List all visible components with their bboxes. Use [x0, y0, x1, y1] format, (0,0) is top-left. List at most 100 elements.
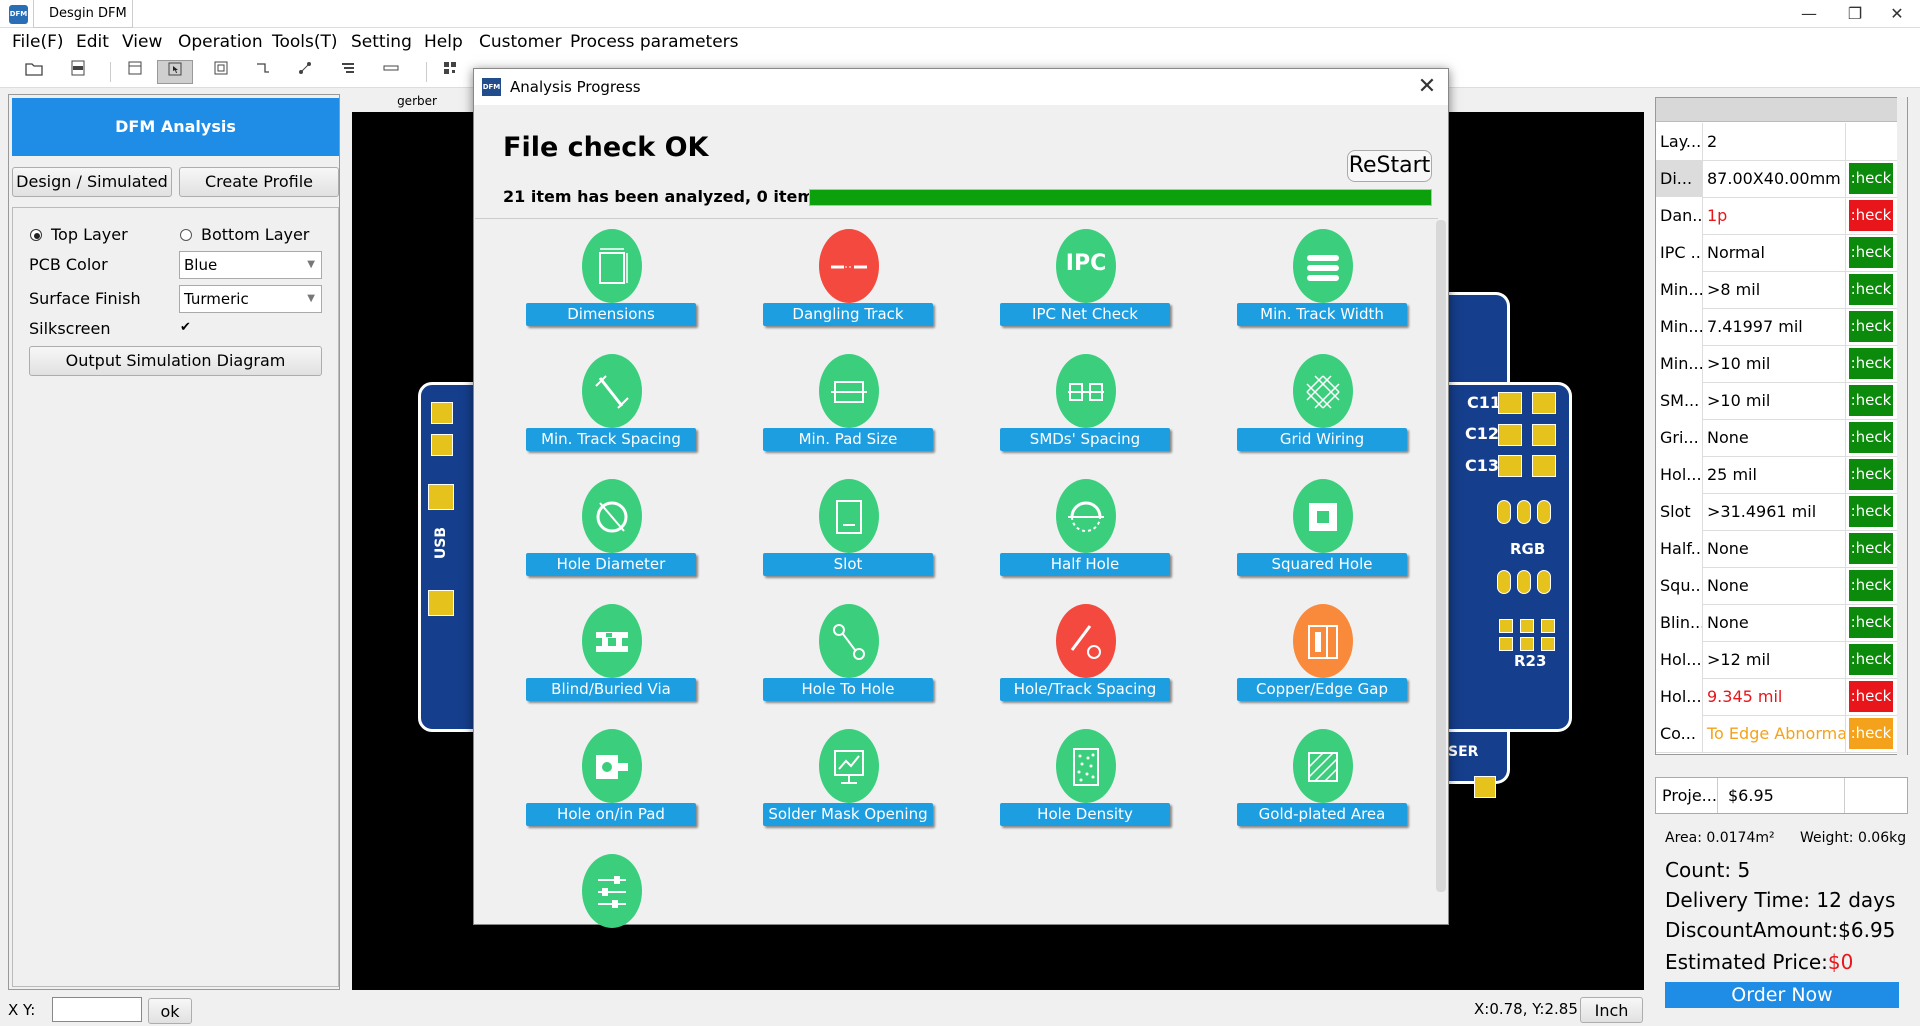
- check-button[interactable]: :heck: [1849, 570, 1893, 601]
- pcb-color-select[interactable]: Blue ▼: [179, 251, 322, 279]
- table-row[interactable]: Gri... None:heck: [1656, 419, 1907, 457]
- check-item-dangling-track[interactable]: Dangling Track: [763, 229, 935, 339]
- table-row[interactable]: Co... To Edge Abnormal:heck: [1656, 715, 1907, 753]
- check-item-copper-edge-gap[interactable]: Copper/Edge Gap: [1237, 604, 1409, 714]
- order-now-button[interactable]: Order Now: [1665, 982, 1899, 1008]
- table-row[interactable]: Min... >10 mil:heck: [1656, 345, 1907, 383]
- dfm-analysis-button[interactable]: DFM Analysis: [12, 98, 339, 156]
- check-item-slot[interactable]: Slot: [763, 479, 935, 589]
- maximize-button[interactable]: ❐: [1832, 0, 1878, 28]
- pcb-pad: [1498, 455, 1522, 477]
- check-button[interactable]: :heck: [1849, 496, 1893, 527]
- table-row[interactable]: Blin... None:heck: [1656, 604, 1907, 642]
- select-pointer-icon[interactable]: [157, 60, 193, 84]
- table-row[interactable]: Hol... >12 mil:heck: [1656, 641, 1907, 679]
- menu-tools[interactable]: Tools(T): [272, 28, 338, 56]
- table-row[interactable]: Hol... 25 mil:heck: [1656, 456, 1907, 494]
- create-profile-button[interactable]: Create Profile: [179, 167, 339, 197]
- check-item-hole-to-hole[interactable]: Hole To Hole: [763, 604, 935, 714]
- check-item-dimensions[interactable]: Dimensions: [526, 229, 698, 339]
- check-item-gold-plated-area[interactable]: Gold-plated Area: [1237, 729, 1409, 839]
- table-row[interactable]: Min... 7.41997 mil:heck: [1656, 308, 1907, 346]
- menu-file[interactable]: File(F): [12, 28, 64, 56]
- pdf-icon[interactable]: [63, 60, 93, 84]
- check-item-smd-spacing[interactable]: SMDs' Spacing: [1000, 354, 1172, 464]
- measure-icon[interactable]: [376, 60, 406, 84]
- check-button[interactable]: :heck: [1849, 533, 1893, 564]
- check-item-min-pad-size[interactable]: Min. Pad Size: [763, 354, 935, 464]
- check-button[interactable]: :heck: [1849, 274, 1893, 305]
- close-window-button[interactable]: ✕: [1874, 0, 1920, 28]
- dialog-scrollbar[interactable]: [1436, 220, 1446, 892]
- silk-c11: C11: [1467, 393, 1502, 412]
- check-button[interactable]: :heck: [1849, 200, 1893, 231]
- route-icon[interactable]: [248, 60, 278, 84]
- design-simulated-button[interactable]: Design / Simulated: [12, 167, 172, 197]
- check-button[interactable]: :heck: [1849, 311, 1893, 342]
- count-text: Count: 5: [1665, 858, 1751, 882]
- check-item-min-track-spacing[interactable]: Min. Track Spacing: [526, 354, 698, 464]
- ok-button[interactable]: ok: [148, 998, 192, 1024]
- check-item-hole-diameter[interactable]: Hole Diameter: [526, 479, 698, 589]
- menu-help[interactable]: Help: [424, 28, 463, 56]
- zoom-box-icon[interactable]: [206, 60, 236, 84]
- gerber-tab[interactable]: gerber: [352, 90, 482, 112]
- table-row[interactable]: Half... None:heck: [1656, 530, 1907, 568]
- check-item-grid-wiring[interactable]: Grid Wiring: [1237, 354, 1409, 464]
- check-button[interactable]: :heck: [1849, 422, 1893, 453]
- check-item-hole-density[interactable]: Hole Density: [1000, 729, 1172, 839]
- unit-toggle-button[interactable]: Inch: [1580, 997, 1643, 1023]
- check-item-hole-in-pad[interactable]: Hole on/in Pad: [526, 729, 698, 839]
- results-scrollbar[interactable]: [1897, 97, 1907, 755]
- menu-setting[interactable]: Setting: [351, 28, 412, 56]
- table-row[interactable]: Slot >31.4961 mil:heck: [1656, 493, 1907, 531]
- check-item-blind-buried-via[interactable]: Blind/Buried Via: [526, 604, 698, 714]
- net-icon[interactable]: [290, 60, 320, 84]
- check-button[interactable]: :heck: [1849, 681, 1893, 712]
- check-button[interactable]: :heck: [1849, 237, 1893, 268]
- menu-operation[interactable]: Operation: [178, 28, 263, 56]
- pcb-color-value: Blue: [184, 256, 218, 274]
- table-row[interactable]: Dan... 1p:heck: [1656, 197, 1907, 235]
- table-row[interactable]: SM... >10 mil:heck: [1656, 382, 1907, 420]
- check-button[interactable]: :heck: [1849, 644, 1893, 675]
- check-item-settings[interactable]: [526, 854, 698, 928]
- check-button[interactable]: :heck: [1849, 718, 1893, 749]
- menu-process-parameters[interactable]: Process parameters: [570, 28, 739, 56]
- minimize-button[interactable]: —: [1786, 0, 1832, 28]
- qr-icon[interactable]: [435, 60, 465, 84]
- menu-edit[interactable]: Edit: [76, 28, 109, 56]
- restart-button[interactable]: ReStart: [1347, 150, 1432, 182]
- check-item-squared-hole[interactable]: Squared Hole: [1237, 479, 1409, 589]
- check-item-ipc-net-check[interactable]: IPC IPC Net Check: [1000, 229, 1172, 339]
- table-row[interactable]: Min... >8 mil:heck: [1656, 271, 1907, 309]
- table-row[interactable]: IPC ... Normal:heck: [1656, 234, 1907, 272]
- check-button[interactable]: :heck: [1849, 163, 1893, 194]
- check-button[interactable]: :heck: [1849, 348, 1893, 379]
- table-row[interactable]: Squ... None:heck: [1656, 567, 1907, 605]
- check-item-half-hole[interactable]: Half Hole: [1000, 479, 1172, 589]
- menu-customer[interactable]: Customer: [479, 28, 562, 56]
- pcb-pad: [1541, 637, 1555, 651]
- layout-icon[interactable]: [120, 60, 150, 84]
- output-simulation-button[interactable]: Output Simulation Diagram: [29, 346, 322, 376]
- menu-view[interactable]: View: [122, 28, 162, 56]
- bottom-layer-radio[interactable]: [180, 229, 192, 241]
- top-layer-radio[interactable]: [30, 229, 42, 241]
- silkscreen-checkbox[interactable]: ✔: [179, 321, 192, 334]
- check-button[interactable]: :heck: [1849, 385, 1893, 416]
- check-item-hole-track-spacing[interactable]: Hole/Track Spacing: [1000, 604, 1172, 714]
- check-button[interactable]: :heck: [1849, 607, 1893, 638]
- xy-input[interactable]: [52, 997, 142, 1022]
- check-button[interactable]: :heck: [1849, 459, 1893, 490]
- dialog-close-button[interactable]: ✕: [1410, 70, 1444, 104]
- table-row[interactable]: Di... 87.00X40.00mm:heck: [1656, 160, 1907, 198]
- check-item-solder-mask-opening[interactable]: Solder Mask Opening: [763, 729, 935, 839]
- table-row[interactable]: Lay... 2: [1656, 123, 1907, 161]
- check-item-min-track-width[interactable]: Min. Track Width: [1237, 229, 1409, 339]
- delivery-time-text: Delivery Time: 12 days: [1665, 888, 1896, 912]
- table-row[interactable]: Hol... 9.345 mil:heck: [1656, 678, 1907, 716]
- open-folder-icon[interactable]: [19, 60, 49, 84]
- layers-icon[interactable]: [333, 60, 363, 84]
- surface-finish-select[interactable]: Turmeric ▼: [179, 285, 322, 313]
